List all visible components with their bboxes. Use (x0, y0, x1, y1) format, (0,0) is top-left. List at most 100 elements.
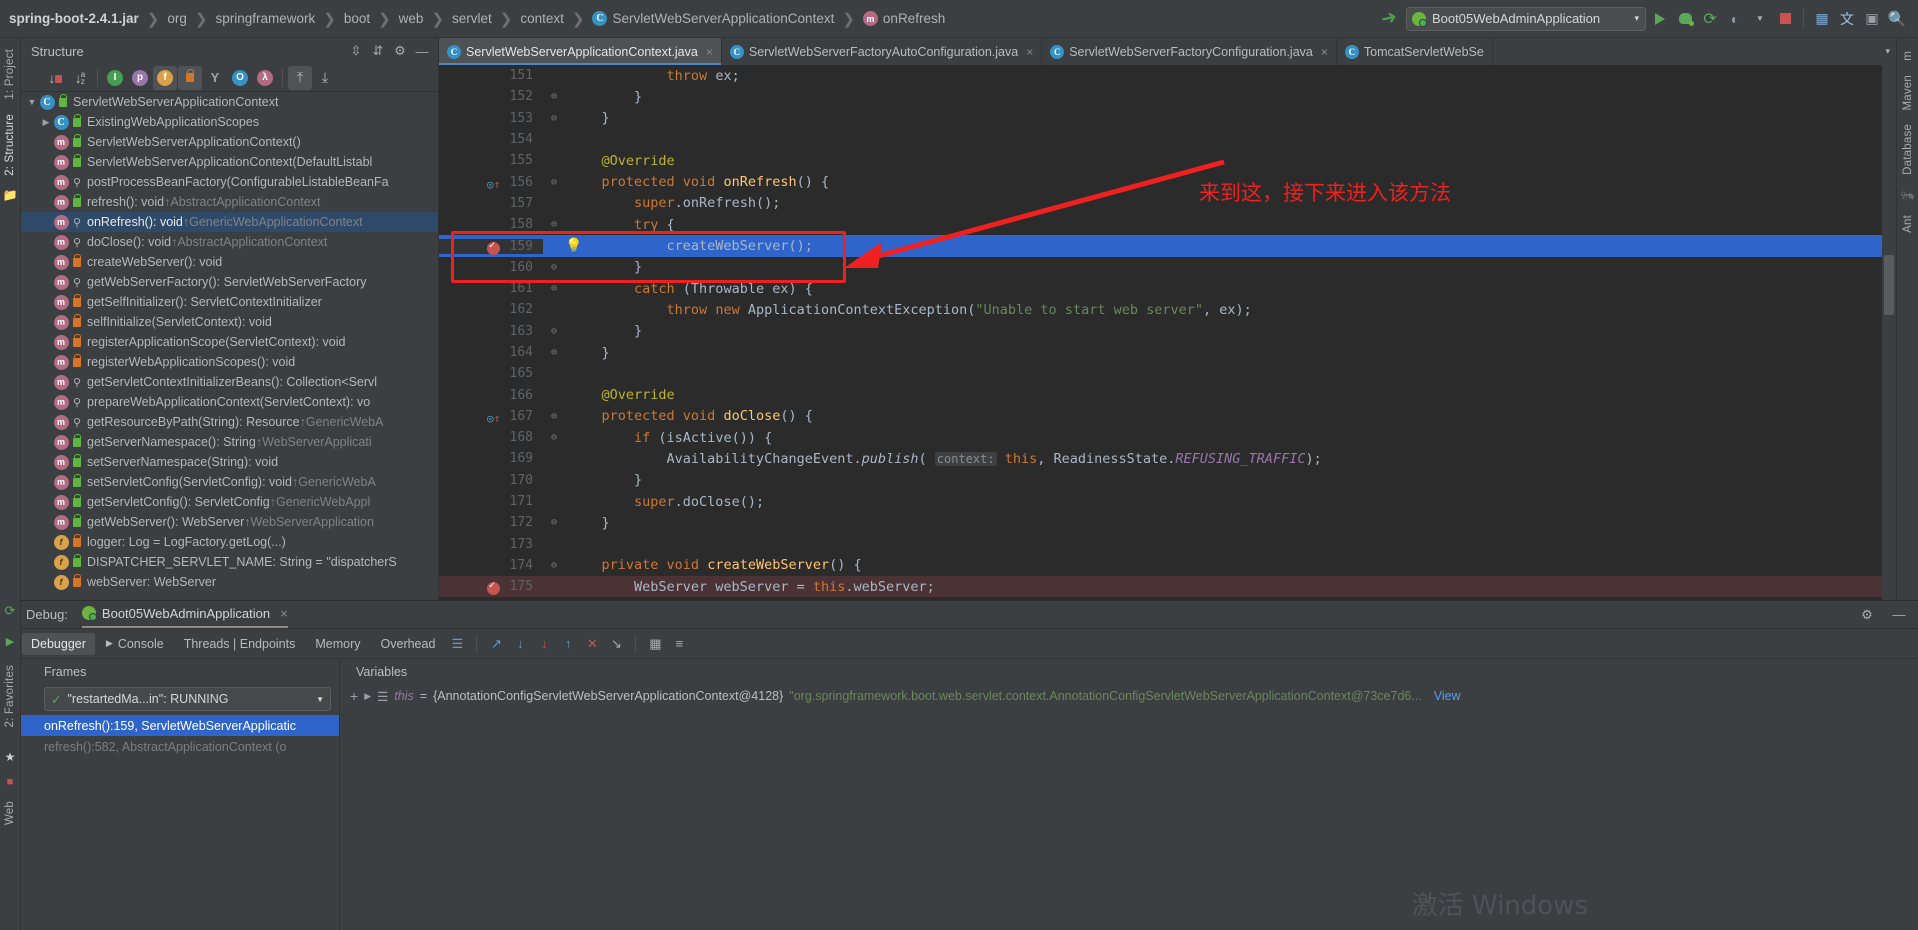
variable-row[interactable]: + ▶ ☰ this = {AnnotationConfigServletWebServe… (340, 685, 1918, 707)
code-line[interactable]: 174 ⊖ private void createWebServer() { (439, 555, 1882, 576)
step-out-icon[interactable]: ↑ (557, 633, 579, 655)
structure-tree-item[interactable]: f logger: Log = LogFactory.getLog(...) (21, 532, 438, 552)
code-line[interactable]: 173 (439, 534, 1882, 555)
breadcrumb-item[interactable]: web (396, 11, 427, 26)
structure-tree-item[interactable]: m ServletWebServerApplicationContext() (21, 132, 438, 152)
autoscroll-from-source-icon[interactable]: ⤓ (313, 66, 337, 90)
sort-alphabetically-icon[interactable]: ↓ a z (68, 66, 92, 90)
structure-tree[interactable]: ▼ C ServletWebServerApplicationContext ▶ C Ex… (21, 92, 438, 600)
coverage-dropdown-icon[interactable]: ▼ (1749, 8, 1771, 30)
structure-tree-item[interactable]: m getWebServer(): WebServer ↑WebServerApp… (21, 512, 438, 532)
breadcrumb-item[interactable]: org (164, 11, 190, 26)
navigate-back-icon[interactable]: ➜ (1373, 6, 1404, 31)
structure-tree-item[interactable]: m ⚲ doClose(): void ↑AbstractApplicationCo… (21, 232, 438, 252)
editor-scrollbar[interactable] (1882, 65, 1896, 600)
view-link[interactable]: View (1434, 689, 1461, 703)
translate-button[interactable]: 文 (1836, 8, 1858, 30)
rerun-button[interactable]: ⟳ (1699, 8, 1721, 30)
structure-tree-item[interactable]: m createWebServer(): void (21, 252, 438, 272)
code-line[interactable]: 163 ⊖ } (439, 321, 1882, 342)
structure-tree-item[interactable]: m getServerNamespace(): String ↑WebServer… (21, 432, 438, 452)
debug-tab[interactable]: ▶ Console (97, 633, 173, 655)
code-lines[interactable]: 151 throw ex; 152 ⊖ } 153 ⊖ } 154 155 @Overrid… (439, 65, 1882, 600)
sidebar-item-database[interactable]: Database (1900, 117, 1916, 182)
structure-tree-item[interactable]: f webServer: WebServer (21, 572, 438, 592)
show-execution-point-icon[interactable]: ↗ (485, 633, 507, 655)
code-line[interactable]: 170 } (439, 470, 1882, 491)
code-fold-icon[interactable]: ⊖ (543, 91, 565, 102)
show-properties-icon[interactable]: p (128, 66, 152, 90)
breadcrumb-item[interactable]: boot (341, 11, 373, 26)
force-step-into-icon[interactable]: ✕ (581, 633, 603, 655)
sidebar-item-maven[interactable]: Maven (1900, 68, 1916, 118)
frame-row[interactable]: refresh():582, AbstractApplicationContex… (0, 736, 339, 757)
code-line[interactable]: 165 (439, 363, 1882, 384)
code-line[interactable]: 157 super.onRefresh(); (439, 193, 1882, 214)
close-icon[interactable]: × (1026, 45, 1033, 59)
code-fold-icon[interactable]: ⊖ (543, 411, 565, 422)
override-marker-icon[interactable]: ◎↑ (487, 412, 500, 425)
structure-tree-item[interactable]: ▼ C ServletWebServerApplicationContext (21, 92, 438, 112)
breadcrumb-item[interactable]: m onRefresh (860, 11, 948, 26)
code-fold-icon[interactable]: ⊖ (543, 262, 565, 273)
code-line[interactable]: 171 super.doClose(); (439, 491, 1882, 512)
debug-tab[interactable]: Overhead (372, 633, 445, 655)
editor-tab[interactable]: C ServletWebServerFactoryConfiguration.ja… (1042, 38, 1337, 65)
code-fold-icon[interactable]: ⊖ (543, 517, 565, 528)
gear-icon[interactable]: ⚙ (1856, 604, 1878, 626)
tree-twisty-icon[interactable]: ▶ (39, 117, 53, 128)
structure-tree-item[interactable]: m ⚲ getServletContextInitializerBeans(): C… (21, 372, 438, 392)
close-icon[interactable]: × (280, 606, 288, 621)
code-line[interactable]: 175 WebServer webServer = this.webServer… (439, 576, 1882, 598)
close-icon[interactable]: × (1321, 45, 1328, 59)
gear-icon[interactable]: ⚙ (390, 41, 410, 61)
debug-session-tab[interactable]: Boot05WebAdminApplication × (81, 606, 288, 628)
run-button[interactable] (1649, 8, 1671, 30)
thread-selector[interactable]: ✓ "restartedMa...in": RUNNING ▼ (44, 687, 331, 711)
structure-tree-item[interactable]: m ServletWebServerApplicationContext(Defa… (21, 152, 438, 172)
code-fold-icon[interactable]: ⊖ (543, 283, 565, 294)
sidebar-item-ant[interactable]: Ant (1900, 208, 1916, 240)
structure-tree-item[interactable]: m registerApplicationScope(ServletContext… (21, 332, 438, 352)
sidebar-item-project[interactable]: 1: Project (2, 42, 18, 107)
structure-tree-item[interactable]: m registerWebApplicationScopes(): void (21, 352, 438, 372)
breadcrumb-item[interactable]: spring-boot-2.4.1.jar (6, 11, 142, 26)
search-everywhere-button[interactable]: 🔍 (1886, 8, 1908, 30)
code-line[interactable]: 152 ⊖ } (439, 86, 1882, 107)
code-line[interactable]: 167 ◎↑ ⊖ protected void doClose() { (439, 406, 1882, 427)
structure-tree-item[interactable]: m selfInitialize(ServletContext): void (21, 312, 438, 332)
sidebar-item-m[interactable]: m (1900, 44, 1916, 68)
structure-tree-item[interactable]: m ⚲ prepareWebApplicationContext(ServletCo… (21, 392, 438, 412)
resume-program-icon[interactable]: ▶ (6, 635, 14, 648)
structure-tree-item[interactable]: m ⚲ getResourceByPath(String): Resource ↑G… (21, 412, 438, 432)
editor-tab[interactable]: C TomcatServletWebSe (1337, 38, 1493, 65)
hide-panel-icon[interactable]: — (412, 41, 432, 61)
show-interfaces-icon[interactable]: O (228, 66, 252, 90)
structure-tree-item[interactable]: m ⚲ getWebServerFactory(): ServletWebServe… (21, 272, 438, 292)
code-fold-icon[interactable]: ⊖ (543, 432, 565, 443)
intention-bulb-icon[interactable]: 💡 (565, 238, 582, 254)
editor-tab[interactable]: C ServletWebServerFactoryAutoConfiguratio… (722, 38, 1043, 65)
code-line[interactable]: 164 ⊖ } (439, 342, 1882, 363)
breadcrumb-item[interactable]: springframework (212, 11, 318, 26)
add-watch-icon[interactable]: + (350, 688, 358, 704)
override-marker-icon[interactable]: ◎↑ (487, 178, 500, 191)
breadcrumb-item[interactable]: C ServletWebServerApplicationContext (589, 11, 837, 26)
structure-tree-item[interactable]: m getServletConfig(): ServletConfig ↑Gene… (21, 492, 438, 512)
expand-all-icon[interactable]: ⇳ (346, 41, 366, 61)
build-project-button[interactable]: ▦ (1811, 8, 1833, 30)
run-with-coverage-button[interactable]: ◐ (1724, 8, 1746, 30)
code-line[interactable]: 160 ⊖ } (439, 257, 1882, 278)
code-editor[interactable]: 151 throw ex; 152 ⊖ } 153 ⊖ } 154 155 @Overrid… (439, 65, 1896, 600)
show-inherited-icon[interactable]: I (103, 66, 127, 90)
expand-icon[interactable]: ▶ (364, 691, 371, 702)
run-to-cursor-icon[interactable]: ↘ (605, 633, 627, 655)
structure-tree-item[interactable]: m setServerNamespace(String): void (21, 452, 438, 472)
show-non-public-icon[interactable] (178, 65, 202, 90)
breakpoint-icon[interactable] (487, 240, 500, 259)
scrollbar-thumb[interactable] (1884, 255, 1894, 315)
chevron-down-icon[interactable]: ▾ (1885, 46, 1890, 57)
tree-twisty-icon[interactable]: ▼ (25, 97, 39, 107)
chevron-down-icon[interactable]: ▾ (1634, 13, 1639, 24)
stop-button[interactable] (1774, 8, 1796, 30)
